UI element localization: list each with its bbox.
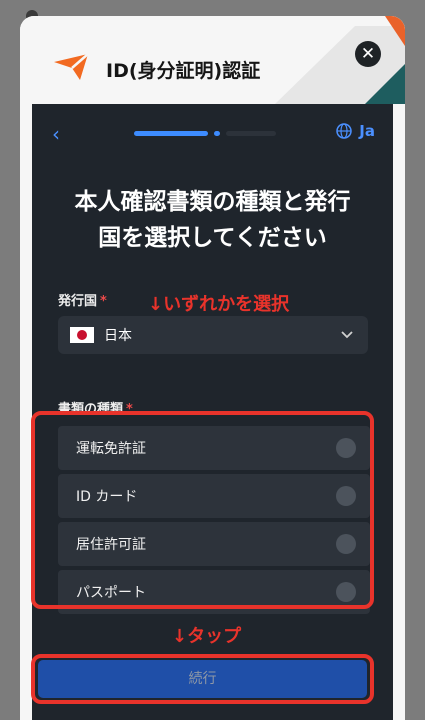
chevron-down-icon	[341, 331, 353, 339]
modal-header: ID(身分証明)認証 ✕	[20, 16, 405, 104]
annotation-tap-hint: ↓タップ	[172, 626, 242, 647]
country-value: 日本	[104, 328, 132, 344]
close-icon: ✕	[360, 44, 376, 64]
brand-logo-icon	[54, 53, 89, 80]
globe-icon	[336, 123, 353, 139]
language-selector[interactable]: Ja	[336, 122, 375, 140]
progress-bar-dot	[214, 131, 220, 136]
verification-modal: ID(身分証明)認証 ✕ ‹ Ja 本人確認書類の種類と発行 国を選択してくださ…	[20, 16, 405, 720]
step-progress	[134, 131, 276, 136]
progress-bar-active	[134, 131, 208, 136]
annotation-select-hint: ↓いずれかを選択	[148, 294, 290, 315]
title-line-2: 国を選択してください	[98, 225, 327, 251]
modal-title: ID(身分証明)認証	[106, 60, 261, 82]
country-select[interactable]: 日本	[58, 316, 368, 354]
required-mark: *	[100, 294, 107, 309]
annotation-button-highlight	[31, 654, 374, 704]
japan-flag-icon	[70, 327, 94, 343]
title-line-1: 本人確認書類の種類と発行	[74, 189, 351, 215]
chevron-left-icon: ‹	[52, 122, 60, 146]
country-label-row: 発行国 *	[58, 290, 107, 309]
annotation-options-highlight	[31, 411, 374, 609]
language-label: Ja	[359, 122, 375, 140]
back-button[interactable]: ‹	[52, 122, 60, 146]
page-title: 本人確認書類の種類と発行 国を選択してください	[32, 184, 393, 256]
progress-bar-remaining	[226, 131, 276, 136]
country-label: 発行国	[58, 294, 98, 309]
close-button[interactable]: ✕	[355, 41, 381, 67]
